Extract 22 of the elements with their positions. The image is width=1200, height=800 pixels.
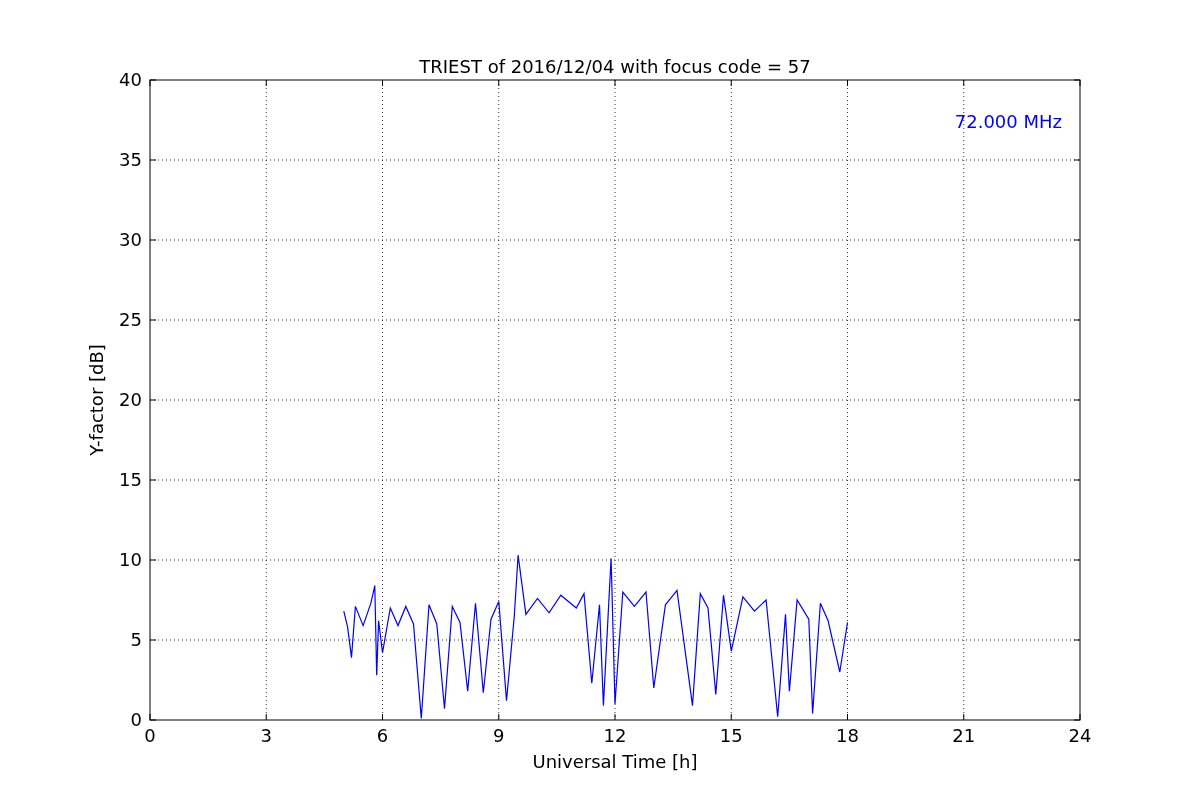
y-tick-label: 35 [119, 149, 142, 170]
y-tick-label: 0 [130, 709, 142, 730]
x-tick-label: 24 [1068, 725, 1092, 746]
y-tick-label: 20 [119, 389, 142, 410]
y-tick-label: 10 [119, 549, 142, 570]
x-tick-label: 21 [952, 725, 976, 746]
x-tick-label: 12 [603, 725, 627, 746]
y-tick-label: 40 [119, 69, 142, 90]
y-axis-label: Y-factor [dB] [86, 344, 107, 456]
x-tick-label: 3 [260, 725, 272, 746]
x-tick-label: 6 [376, 725, 389, 746]
y-tick-label: 5 [130, 629, 142, 650]
x-tick-label: 18 [836, 725, 859, 746]
x-tick-label: 15 [719, 725, 743, 746]
x-tick-label: 0 [144, 725, 156, 746]
x-axis-label: Universal Time [h] [532, 751, 698, 772]
y-tick-label: 25 [119, 309, 142, 330]
x-tick-label: 9 [493, 725, 505, 746]
y-tick-label: 30 [119, 229, 142, 250]
y-tick-label: 15 [119, 469, 142, 490]
series-label: 72.000 MHz [954, 111, 1062, 132]
chart-title: TRIEST of 2016/12/04 with focus code = 57 [419, 56, 811, 77]
